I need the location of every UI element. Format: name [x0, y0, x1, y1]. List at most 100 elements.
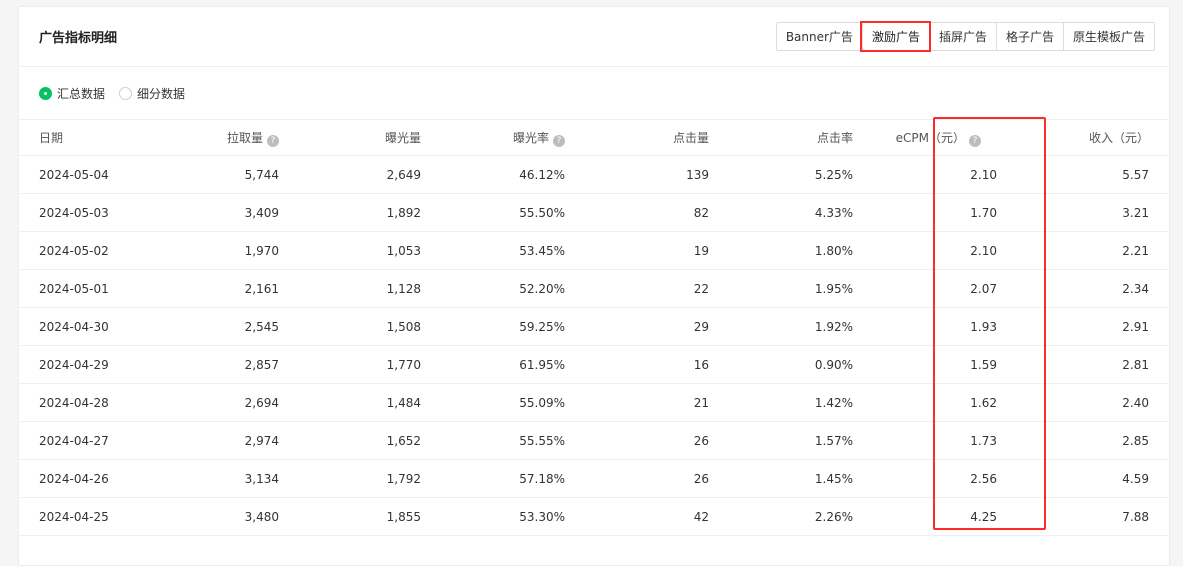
- column-header-label: 拉取量: [226, 130, 263, 145]
- tab-ad-type[interactable]: 插屏广告: [928, 23, 996, 50]
- table-header-row: 日期 拉取量? 曝光量 曝光率? 点击量 点击率 eCPM（元）? 收入（元）: [19, 119, 1171, 156]
- table-cell: 2.07: [875, 269, 1019, 308]
- column-header-label: 点击量: [672, 131, 709, 145]
- table-cell: 2024-04-26: [19, 459, 159, 498]
- table-cell: 2.56: [875, 459, 1019, 498]
- table-cell: 1,128: [299, 269, 443, 308]
- table-cell: 1.95%: [731, 269, 875, 308]
- table-cell: 16: [587, 345, 731, 384]
- table-cell: 1.92%: [731, 307, 875, 346]
- column-header-label: 曝光率: [512, 130, 549, 145]
- table-row: 2024-04-27 2,974 1,652 55.55% 26 1.57% 1.73 2.8…: [19, 421, 1171, 460]
- tab-ad-type[interactable]: 格子广告: [995, 23, 1063, 50]
- data-mode-radio-group: 汇总数据 细分数据: [19, 67, 1169, 119]
- table-cell: 2024-05-03: [19, 193, 159, 232]
- table-row: 2024-05-01 2,161 1,128 52.20% 22 1.95% 2.07 2.3…: [19, 269, 1171, 308]
- table-cell: 61.95%: [443, 345, 587, 384]
- column-header: 曝光率?: [443, 119, 587, 156]
- table-cell: 5.57: [1019, 155, 1171, 194]
- table-cell: 19: [587, 231, 731, 270]
- table-cell: 2024-04-30: [19, 307, 159, 346]
- table-cell: 3,480: [159, 497, 299, 536]
- table-row: 2024-05-04 5,744 2,649 46.12% 139 5.25% 2.10 5.…: [19, 155, 1171, 194]
- table-cell: 2,161: [159, 269, 299, 308]
- table-cell: 2.34: [1019, 269, 1171, 308]
- table-cell: 42: [587, 497, 731, 536]
- table-cell: 55.55%: [443, 421, 587, 460]
- table-cell: 7.88: [1019, 497, 1171, 536]
- radio-button-icon[interactable]: [39, 86, 52, 100]
- table-cell: 22: [587, 269, 731, 308]
- tab-ad-type[interactable]: Banner广告: [776, 23, 862, 50]
- table-cell: 1,792: [299, 459, 443, 498]
- table-cell: 2.85: [1019, 421, 1171, 460]
- table-cell: 2.40: [1019, 383, 1171, 422]
- help-icon[interactable]: ?: [553, 134, 565, 147]
- column-header-label: 日期: [39, 131, 64, 145]
- table-cell: 1,652: [299, 421, 443, 460]
- table-cell: 3,134: [159, 459, 299, 498]
- table-cell: 2,857: [159, 345, 299, 384]
- table-cell: 1.93: [875, 307, 1019, 346]
- column-header: 点击率: [731, 119, 875, 156]
- table-cell: 2.10: [875, 231, 1019, 270]
- table-row: 2024-04-28 2,694 1,484 55.09% 21 1.42% 1.62 2.4…: [19, 383, 1171, 422]
- table-cell: 1.59: [875, 345, 1019, 384]
- radio-option[interactable]: 细分数据: [119, 85, 185, 102]
- table-cell: 1.62: [875, 383, 1019, 422]
- card-header: 广告指标明细 Banner广告 激励广告 插屏广告 格子广告 原生模板广告: [19, 7, 1169, 67]
- table-cell: 2024-04-29: [19, 345, 159, 384]
- table-cell: 21: [587, 383, 731, 422]
- table-cell: 1.42%: [731, 383, 875, 422]
- column-header: 日期: [19, 119, 159, 156]
- table-row: 2024-04-25 3,480 1,855 53.30% 42 2.26% 4.25 7.8…: [19, 497, 1171, 536]
- table-cell: 53.30%: [443, 497, 587, 536]
- table-cell: 82: [587, 193, 731, 232]
- table-cell: 3,409: [159, 193, 299, 232]
- column-header-label: 曝光量: [384, 131, 421, 145]
- table-cell: 55.09%: [443, 383, 587, 422]
- table-cell: 2,694: [159, 383, 299, 422]
- table-cell: 52.20%: [443, 269, 587, 308]
- table-cell: 1,770: [299, 345, 443, 384]
- column-header: 曝光量: [299, 119, 443, 156]
- table-cell: 2,974: [159, 421, 299, 460]
- table-cell: 0.90%: [731, 345, 875, 384]
- table-cell: 2.10: [875, 155, 1019, 194]
- table-cell: 2.91: [1019, 307, 1171, 346]
- table-cell: 1,892: [299, 193, 443, 232]
- table-cell: 5,744: [159, 155, 299, 194]
- radio-option[interactable]: 汇总数据: [39, 85, 105, 102]
- ad-metrics-card: 广告指标明细 Banner广告 激励广告 插屏广告 格子广告 原生模板广告 汇总数据 细分…: [18, 6, 1171, 566]
- table-cell: 1,970: [159, 231, 299, 270]
- tab-ad-type[interactable]: 原生模板广告: [1062, 23, 1154, 50]
- table-cell: 2,545: [159, 307, 299, 346]
- table-cell: 1,508: [299, 307, 443, 346]
- column-header: 拉取量?: [159, 119, 299, 156]
- radio-label: 细分数据: [137, 86, 186, 101]
- radio-button-icon[interactable]: [119, 86, 133, 100]
- table-cell: 2,649: [299, 155, 443, 194]
- column-header: 收入（元）: [1019, 119, 1171, 156]
- table-body: 2024-05-04 5,744 2,649 46.12% 139 5.25% 2.10 5.…: [19, 155, 1171, 536]
- table-cell: 1.57%: [731, 421, 875, 460]
- help-icon[interactable]: ?: [267, 134, 279, 147]
- table-cell: 55.50%: [443, 193, 587, 232]
- ad-type-tabs: Banner广告 激励广告 插屏广告 格子广告 原生模板广告: [775, 21, 1155, 52]
- table-cell: 57.18%: [443, 459, 587, 498]
- table-cell: 4.25: [875, 497, 1019, 536]
- table-cell: 2024-04-25: [19, 497, 159, 536]
- table-cell: 1.45%: [731, 459, 875, 498]
- table-cell: 26: [587, 421, 731, 460]
- tab-ad-type[interactable]: 激励广告: [859, 21, 931, 52]
- help-icon[interactable]: ?: [969, 134, 981, 147]
- table-cell: 1.73: [875, 421, 1019, 460]
- column-header-label: eCPM（元）: [895, 130, 965, 145]
- table-cell: 1.70: [875, 193, 1019, 232]
- column-header: eCPM（元）?: [875, 119, 1019, 156]
- table-cell: 3.21: [1019, 193, 1171, 232]
- table-cell: 2024-05-04: [19, 155, 159, 194]
- table-cell: 139: [587, 155, 731, 194]
- table-row: 2024-05-03 3,409 1,892 55.50% 82 4.33% 1.70 3.2…: [19, 193, 1171, 232]
- table-cell: 2024-04-27: [19, 421, 159, 460]
